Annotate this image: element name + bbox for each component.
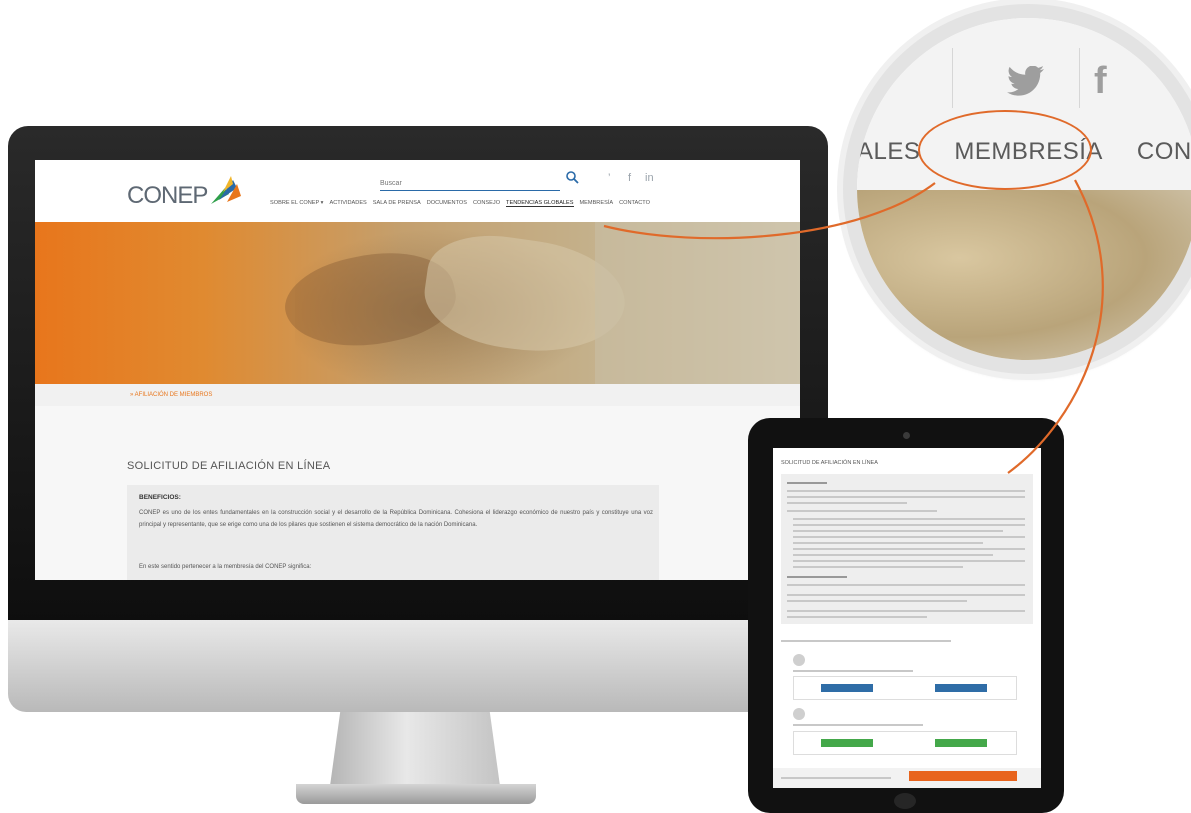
nav-item-consejo[interactable]: CONSEJO: [473, 200, 500, 207]
nav-item-sala-de-prensa[interactable]: SALA DE PRENSA: [373, 200, 421, 207]
hero-sleeve: [595, 222, 800, 384]
tablet-text-line: [793, 566, 963, 568]
tablet-text-line: [787, 616, 927, 618]
tablet-text-line: [787, 594, 1025, 596]
tablet-text-line: [787, 502, 907, 504]
imac-stand: [330, 712, 500, 786]
download-form-button[interactable]: [935, 684, 987, 692]
breadcrumb[interactable]: » AFILIACIÓN DE MIEMBROS: [130, 392, 212, 398]
tablet-text-line: [787, 496, 1025, 498]
tablet-text-line: [787, 482, 827, 484]
twitter-icon[interactable]: ’: [608, 172, 610, 184]
membresia-highlight-ellipse: [918, 110, 1092, 190]
tablet-text-line: [787, 600, 967, 602]
tablet-page-title: SOLICITUD DE AFILIACIÓN EN LÍNEA: [781, 460, 878, 466]
nav-item-membresia[interactable]: MEMBRESÍA: [580, 200, 614, 207]
lens-divider: [1079, 48, 1080, 108]
lens-nav-item-contacto[interactable]: CONTA: [1137, 138, 1191, 165]
lens-divider: [952, 48, 953, 108]
nav-item-documentos[interactable]: DOCUMENTOS: [427, 200, 467, 207]
nav-item-actividades[interactable]: ACTIVIDADES: [329, 200, 366, 207]
tablet-text-line: [787, 490, 1025, 492]
benefits-heading: BENEFICIOS:: [139, 494, 181, 501]
search-icon[interactable]: [565, 170, 579, 184]
tablet-text-line: [787, 510, 937, 512]
tablet-text-line: [787, 610, 1025, 612]
tablet-text-line: [787, 576, 847, 578]
twitter-icon[interactable]: [1007, 66, 1045, 96]
facebook-icon[interactable]: f: [628, 172, 631, 184]
ipad-camera: [903, 432, 910, 439]
desktop-website-screen: CONEP ’ f in SOBRE EL CONEP ▾ ACTIVIDADE…: [35, 160, 800, 580]
tablet-text-line: [793, 542, 983, 544]
upload-form-button[interactable]: [821, 739, 873, 747]
tablet-question-line: [781, 640, 951, 642]
main-nav: SOBRE EL CONEP ▾ ACTIVIDADES SALA DE PRE…: [270, 200, 650, 207]
linkedin-icon[interactable]: in: [645, 172, 654, 184]
step-one-icon: [793, 654, 805, 666]
benefits-text: CONEP es uno de los entes fundamentales …: [139, 510, 653, 528]
conep-logo-text[interactable]: CONEP: [127, 182, 208, 210]
imac-chin: [8, 620, 828, 712]
lens-hero-photo: [857, 190, 1191, 360]
facebook-icon[interactable]: f: [1094, 60, 1107, 103]
tablet-text-line: [793, 554, 993, 556]
submit-application-button[interactable]: [909, 771, 1017, 781]
imac-stand-base: [296, 784, 536, 804]
tablet-text-line: [793, 518, 1025, 520]
nav-item-tendencias-globales[interactable]: TENDENCIAS GLOBALES: [506, 200, 574, 207]
benefits-extra-text: En este sentido pertenecer a la membresí…: [139, 564, 312, 570]
tablet-text-line: [793, 670, 913, 672]
tablet-text-line: [793, 524, 1025, 526]
lens-nav-item-globales[interactable]: ALES: [857, 138, 920, 165]
conep-logo-mark: [211, 176, 241, 204]
download-form-button[interactable]: [821, 684, 873, 692]
tablet-footer-text-line: [781, 777, 891, 779]
tablet-website-screen: SOLICITUD DE AFILIACIÓN EN LÍNEA: [773, 448, 1041, 788]
tablet-text-line: [793, 560, 1025, 562]
tablet-benefits-box: [781, 474, 1033, 624]
upload-form-button[interactable]: [935, 739, 987, 747]
tablet-text-line: [793, 724, 923, 726]
page-title: SOLICITUD DE AFILIACIÓN EN LÍNEA: [127, 460, 331, 472]
tablet-text-line: [793, 530, 1003, 532]
tablet-text-line: [793, 548, 1025, 550]
step-two-icon: [793, 708, 805, 720]
nav-item-sobre[interactable]: SOBRE EL CONEP ▾: [270, 200, 323, 207]
nav-item-contacto[interactable]: CONTACTO: [619, 200, 650, 207]
search-input[interactable]: [380, 176, 560, 191]
tablet-text-line: [787, 584, 1025, 586]
tablet-text-line: [793, 536, 1025, 538]
ipad-home-button[interactable]: [894, 793, 916, 809]
